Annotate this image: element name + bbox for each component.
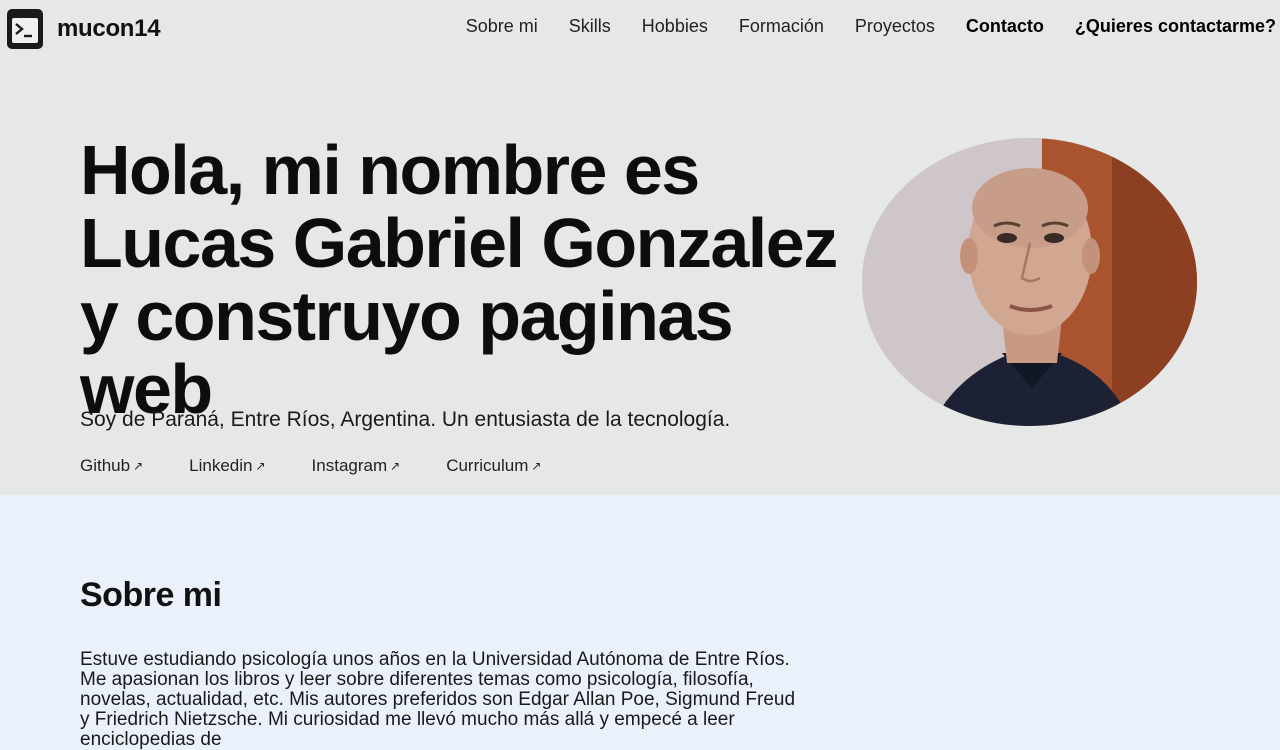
profile-photo bbox=[862, 138, 1197, 426]
nav-link-hobbies[interactable]: Hobbies bbox=[642, 16, 708, 37]
nav-menu: Sobre mi Skills Hobbies Formación Proyec… bbox=[435, 16, 1276, 37]
external-link-icon: ↗ bbox=[255, 459, 266, 473]
instagram-link[interactable]: Instagram ↗ bbox=[312, 456, 401, 476]
curriculum-link-label: Curriculum bbox=[446, 456, 529, 475]
external-link-icon: ↗ bbox=[133, 459, 144, 473]
hero-title: Hola, mi nombre es Lucas Gabriel Gonzale… bbox=[80, 131, 838, 428]
external-link-icon: ↗ bbox=[390, 459, 401, 473]
external-link-icon: ↗ bbox=[531, 459, 542, 473]
social-links: Github ↗ Linkedin ↗ Instagram ↗ Curricul… bbox=[80, 456, 587, 476]
about-section-title: Sobre mi bbox=[80, 576, 222, 614]
curriculum-link[interactable]: Curriculum ↗ bbox=[446, 456, 541, 476]
brand-logo[interactable]: mucon14 bbox=[7, 9, 161, 49]
about-section-text: Estuve estudiando psicología unos años e… bbox=[80, 649, 796, 750]
nav-link-formacion[interactable]: Formación bbox=[739, 16, 824, 37]
brand-name: mucon14 bbox=[57, 15, 161, 42]
hero-section: mucon14 Sobre mi Skills Hobbies Formació… bbox=[0, 0, 1280, 495]
nav-link-sobre-mi[interactable]: Sobre mi bbox=[466, 16, 538, 37]
nav-link-contacto[interactable]: Contacto bbox=[966, 16, 1044, 37]
github-link[interactable]: Github ↗ bbox=[80, 456, 143, 476]
linkedin-link-label: Linkedin bbox=[189, 456, 253, 475]
contact-cta-link[interactable]: ¿Quieres contactarme? bbox=[1075, 16, 1276, 37]
terminal-icon bbox=[7, 9, 43, 49]
linkedin-link[interactable]: Linkedin ↗ bbox=[189, 456, 265, 476]
github-link-label: Github bbox=[80, 456, 131, 475]
nav-link-proyectos[interactable]: Proyectos bbox=[855, 16, 935, 37]
navbar: mucon14 Sobre mi Skills Hobbies Formació… bbox=[0, 0, 1280, 58]
hero-subtitle: Soy de Paraná, Entre Ríos, Argentina. Un… bbox=[80, 408, 731, 431]
instagram-link-label: Instagram bbox=[311, 456, 388, 475]
nav-link-skills[interactable]: Skills bbox=[569, 16, 611, 37]
